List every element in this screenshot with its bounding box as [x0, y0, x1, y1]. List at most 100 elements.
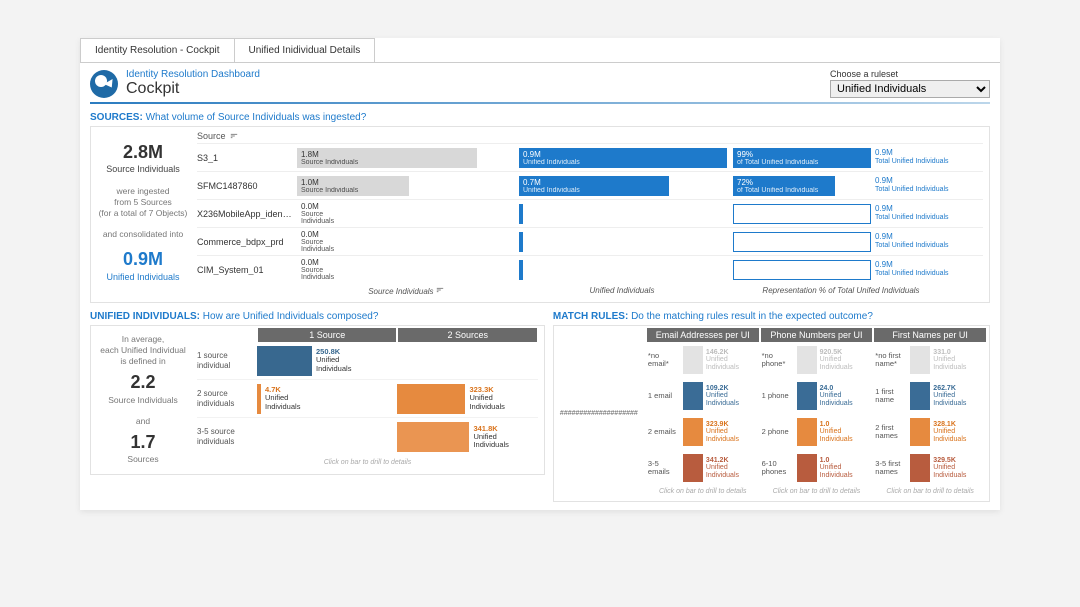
match-row[interactable]: 1 phone 24.0UnifiedIndividuals	[762, 378, 872, 414]
source-row: X236MobileApp_identity.. 0.0MSource Indi…	[197, 199, 983, 227]
sources-footer: Source Individuals Unified Individuals R…	[197, 283, 983, 296]
match-row[interactable]: 1 email 109.2KUnifiedIndividuals	[648, 378, 758, 414]
match-bar	[910, 382, 930, 410]
source-total-cell: 0.9MTotal Unified Individuals	[875, 257, 955, 283]
unified-cell-1[interactable]	[257, 418, 397, 456]
match-bar	[683, 454, 703, 482]
match-bar	[910, 454, 930, 482]
match-block: *no email* 146.2KUnifiedIndividuals1 ema…	[646, 342, 760, 486]
match-row-label: 6-10 phones	[762, 460, 796, 477]
mr-col-phone[interactable]: Phone Numbers per UI	[761, 328, 873, 342]
match-row[interactable]: 1 first name 262.7KUnifiedIndividuals	[875, 378, 985, 414]
match-row-label: 1 email	[648, 392, 682, 400]
match-row[interactable]: 2 phone 1.0UnifiedIndividuals	[762, 414, 872, 450]
tab-bar: Identity Resolution - Cockpit Unified In…	[80, 38, 1000, 63]
match-row[interactable]: *no phone* 920.5KUnifiedIndividuals	[762, 342, 872, 378]
drill-hint: Click on bar to drill to details	[197, 456, 538, 470]
kpi-si-value: 2.2	[97, 371, 189, 394]
unified-cell-2[interactable]: 323.3KUnifiedIndividuals	[397, 380, 537, 417]
match-row[interactable]: *no email* 146.2KUnifiedIndividuals	[648, 342, 758, 378]
match-row[interactable]: 3-5 emails 341.2KUnifiedIndividuals	[648, 450, 758, 486]
match-row-label: 2 emails	[648, 428, 682, 436]
header: Identity Resolution Dashboard Cockpit Ch…	[80, 63, 1000, 100]
sources-panel: 2.8M Source Individuals were ingested fr…	[90, 126, 990, 303]
source-name: Commerce_bdpx_prd	[197, 237, 297, 247]
unified-cell-2[interactable]	[397, 342, 537, 379]
match-value: 328.1KUnifiedIndividuals	[933, 421, 966, 443]
match-row-label: 1 phone	[762, 392, 796, 400]
source-row: S3_1 1.8MSource Individuals 0.9MUnified …	[197, 143, 983, 171]
source-rep-cell[interactable]	[733, 257, 873, 283]
unified-cell-1[interactable]: 4.7KUnifiedIndividuals	[257, 380, 397, 417]
source-si-cell[interactable]: 0.0MSource Individuals	[297, 201, 515, 227]
tab-individual-details[interactable]: Unified Inidividual Details	[234, 38, 376, 62]
match-row[interactable]: 2 emails 323.9KUnifiedIndividuals	[648, 414, 758, 450]
source-total-cell: 0.9MTotal Unified Individuals	[875, 173, 955, 199]
sort-icon[interactable]	[230, 132, 238, 140]
match-row-label: 2 phone	[762, 428, 796, 436]
match-value: 920.5KUnifiedIndividuals	[820, 349, 853, 371]
sort-icon[interactable]	[436, 286, 444, 294]
source-row: CIM_System_01 0.0MSource Individuals 0.9…	[197, 255, 983, 283]
page-title: Cockpit	[126, 80, 830, 98]
source-si-cell[interactable]: 1.8MSource Individuals	[297, 145, 515, 171]
match-bar	[910, 346, 930, 374]
ui-col-2[interactable]: 2 Sources	[398, 328, 536, 342]
match-value: 1.0UnifiedIndividuals	[820, 457, 853, 479]
identity-logo-icon	[90, 70, 118, 98]
unified-row-label: 2 source individuals	[197, 389, 257, 408]
match-value: 146.2KUnifiedIndividuals	[706, 349, 739, 371]
match-bar	[797, 346, 817, 374]
match-value: 262.7KUnifiedIndividuals	[933, 385, 966, 407]
match-row[interactable]: *no first name* 331.0UnifiedIndividuals	[875, 342, 985, 378]
source-rep-cell[interactable]: 72%of Total Unified Individuals	[733, 173, 873, 199]
match-bar	[797, 418, 817, 446]
header-divider	[90, 102, 990, 104]
content: SOURCES: What volume of Source Individua…	[80, 108, 1000, 510]
match-bar	[797, 382, 817, 410]
unified-cell-1[interactable]: 250.8KUnifiedIndividuals	[257, 342, 397, 379]
source-ui-cell[interactable]: 0.7MUnified Individuals	[519, 173, 729, 199]
source-si-cell[interactable]: 1.0MSource Individuals	[297, 173, 515, 199]
match-bar	[683, 346, 703, 374]
source-ui-cell[interactable]: 0.9MUnified Individuals	[519, 145, 729, 171]
tab-cockpit[interactable]: Identity Resolution - Cockpit	[80, 38, 235, 62]
dashboard-window: Identity Resolution - Cockpit Unified In…	[80, 38, 1000, 510]
source-rep-cell[interactable]: 99%of Total Unified Individuals	[733, 145, 873, 171]
col-source[interactable]: Source	[197, 131, 226, 141]
source-total-cell: 0.9MTotal Unified Individuals	[875, 145, 955, 171]
page-subtitle: Identity Resolution Dashboard	[126, 69, 830, 80]
match-block: *no phone* 920.5KUnifiedIndividuals1 pho…	[760, 342, 874, 486]
match-row[interactable]: 6-10 phones 1.0UnifiedIndividuals	[762, 450, 872, 486]
sources-table: Source S3_1 1.8MSource Individuals 0.9MU…	[193, 129, 987, 296]
ui-col-1[interactable]: 1 Source	[258, 328, 396, 342]
ruleset-label: Choose a ruleset	[830, 69, 990, 79]
source-rep-cell[interactable]	[733, 229, 873, 255]
match-panel: #################### Email Addresses per…	[553, 325, 990, 502]
match-bar	[797, 454, 817, 482]
source-ui-cell[interactable]	[519, 257, 729, 283]
source-ui-cell[interactable]	[519, 229, 729, 255]
match-row-label: 1 first name	[875, 388, 909, 405]
match-row[interactable]: 2 first names 328.1KUnifiedIndividuals	[875, 414, 985, 450]
source-si-cell[interactable]: 0.0MSource Individuals	[297, 257, 515, 283]
kpi-total-value: 2.8M	[97, 141, 189, 164]
ruleset-select[interactable]: Unified Individuals	[830, 80, 990, 98]
unified-kpi: In average, each Unified Individual is d…	[93, 328, 193, 472]
unified-heading: UNIFIED INDIVIDUALS: How are Unified Ind…	[90, 311, 545, 322]
match-row[interactable]: 3-5 first names 329.5KUnifiedIndividuals	[875, 450, 985, 486]
source-si-cell[interactable]: 0.0MSource Individuals	[297, 229, 515, 255]
footer-rp: Representation % of Total Unifed Individ…	[729, 286, 953, 296]
source-ui-cell[interactable]	[519, 201, 729, 227]
kpi-line: from 5 Sources	[97, 197, 189, 208]
unified-panel: In average, each Unified Individual is d…	[90, 325, 545, 475]
mr-col-name[interactable]: First Names per UI	[874, 328, 986, 342]
kpi-line: In average,	[97, 334, 189, 345]
mr-col-email[interactable]: Email Addresses per UI	[647, 328, 759, 342]
kpi-unified-value: 0.9M	[97, 248, 189, 271]
source-total-cell: 0.9MTotal Unified Individuals	[875, 229, 955, 255]
match-heading: MATCH RULES: Do the matching rules resul…	[553, 311, 990, 322]
source-rep-cell[interactable]	[733, 201, 873, 227]
unified-cell-2[interactable]: 341.8KUnifiedIndividuals	[397, 418, 537, 456]
match-row-label: 2 first names	[875, 424, 909, 441]
